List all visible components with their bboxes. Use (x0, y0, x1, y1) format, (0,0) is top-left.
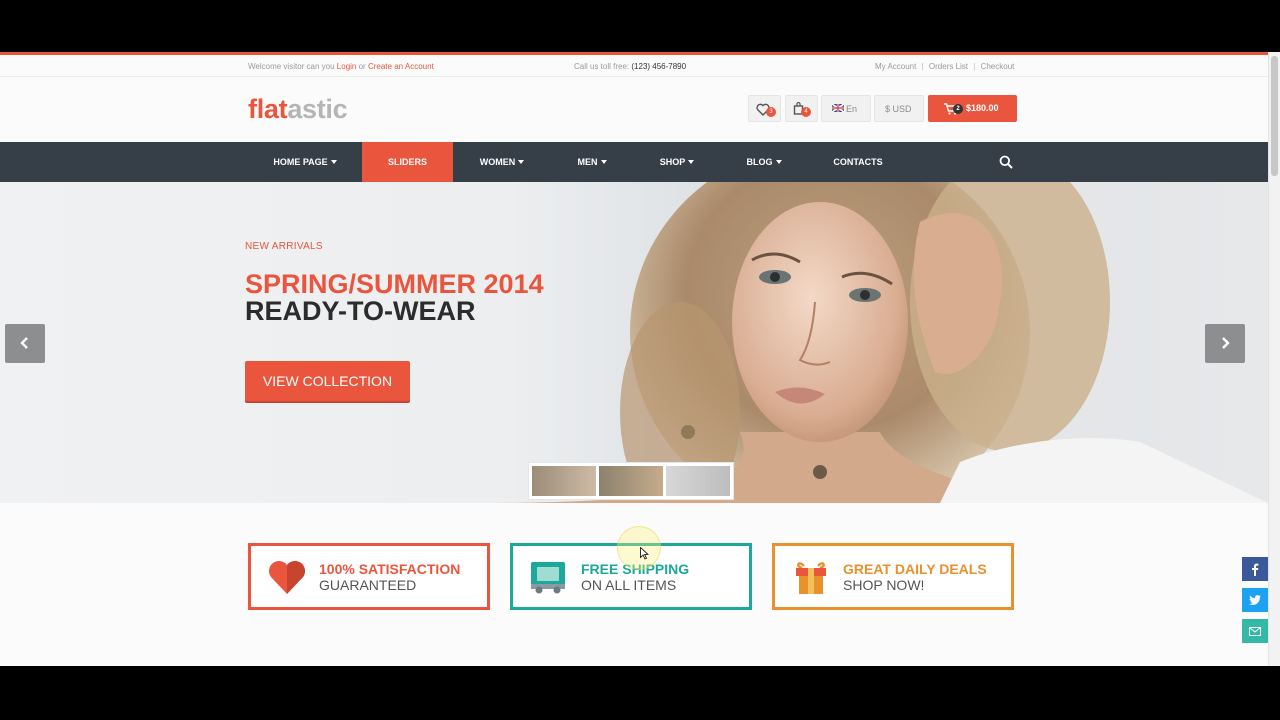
site-logo[interactable]: flatastic (248, 94, 348, 125)
nav-label: SLIDERS (387, 157, 427, 167)
truck-icon (531, 562, 565, 594)
hero-title-line-2: READY-TO-WEAR (245, 296, 476, 326)
call-info: Call us toll free: (123) 456-7890 (574, 62, 686, 71)
logo-part-2: astic (287, 94, 348, 124)
account-links: My Account | Orders List | Checkout (875, 62, 1014, 71)
nav-item-men[interactable]: MEN (568, 142, 616, 182)
checkout-link[interactable]: Checkout (981, 62, 1015, 71)
separator: | (973, 62, 976, 71)
call-label: Call us toll free: (574, 62, 630, 71)
nav-item-sliders[interactable]: SLIDERS (362, 142, 453, 182)
welcome-prefix: Welcome visitor can you (248, 62, 335, 71)
feature-satisfaction[interactable]: 100% SATISFACTION GUARANTEED (248, 543, 490, 610)
cart-total: $180.00 (966, 103, 999, 113)
feature-subtitle: GUARANTEED (319, 577, 417, 593)
slide-thumbnail[interactable] (532, 466, 596, 496)
feature-subtitle: SHOP NOW! (843, 577, 925, 593)
uk-flag-icon (832, 104, 844, 112)
language-label: En (846, 104, 858, 114)
hero-model-image (480, 182, 1268, 503)
wishlist-count: 3 (766, 107, 776, 117)
nav-item-shop[interactable]: SHOP (650, 142, 704, 182)
slider-prev-button[interactable] (5, 324, 45, 363)
main-nav: HOME PAGE SLIDERS WOMEN MEN SHOP BLOG CO… (0, 142, 1268, 182)
slider-thumbnails (528, 462, 734, 500)
page-scrollbar[interactable] (1268, 52, 1280, 666)
caret-down-icon (518, 160, 525, 164)
caret-down-icon (600, 160, 607, 164)
slide-thumbnail[interactable] (666, 466, 730, 496)
hero-eyebrow: NEW ARRIVALS (245, 241, 323, 252)
feature-subtitle: ON ALL ITEMS (581, 577, 677, 593)
nav-label: HOME PAGE (273, 157, 328, 167)
cart-button[interactable]: 2 $180.00 (928, 95, 1017, 122)
nav-item-home-page[interactable]: HOME PAGE (262, 142, 348, 182)
scrollbar-thumb[interactable] (1271, 56, 1278, 176)
create-account-link[interactable]: Create an Account (368, 62, 434, 71)
compare-button[interactable]: 4 (785, 95, 818, 122)
nav-label: MEN (577, 157, 598, 167)
hero-slider: NEW ARRIVALS SPRING/SUMMER 2014 READY-TO… (0, 182, 1268, 503)
gift-icon (796, 562, 826, 594)
caret-down-icon (330, 160, 337, 164)
phone-number: (123) 456-7890 (631, 62, 687, 71)
feature-title: GREAT DAILY DEALS (843, 561, 987, 577)
nav-label: SHOP (659, 157, 686, 167)
nav-label: WOMEN (479, 157, 516, 167)
twitter-share-button[interactable] (1242, 588, 1268, 612)
browser-viewport: Welcome visitor can you Login or Create … (0, 52, 1268, 666)
feature-daily-deals[interactable]: GREAT DAILY DEALS SHOP NOW! (772, 543, 1014, 610)
slide-thumbnail[interactable] (599, 466, 663, 496)
search-icon[interactable] (999, 155, 1013, 169)
view-collection-button[interactable]: VIEW COLLECTION (245, 361, 410, 401)
caret-down-icon (688, 160, 695, 164)
nav-label: BLOG (746, 157, 773, 167)
caret-down-icon (775, 160, 782, 164)
facebook-icon (1252, 563, 1259, 576)
currency-selector[interactable]: $ USD (874, 95, 924, 122)
feature-title: 100% SATISFACTION (319, 561, 461, 577)
chevron-left-icon (20, 337, 28, 349)
chevron-right-icon (1222, 337, 1230, 349)
nav-label: CONTACTS (833, 157, 883, 167)
orders-list-link[interactable]: Orders List (929, 62, 968, 71)
email-share-button[interactable] (1242, 619, 1268, 643)
currency-label: $ USD (885, 104, 912, 114)
login-link[interactable]: Login (337, 62, 357, 71)
slider-next-button[interactable] (1205, 324, 1245, 363)
facebook-share-button[interactable] (1242, 557, 1268, 581)
email-icon (1249, 627, 1261, 636)
mouse-cursor-icon (640, 547, 649, 560)
or-text: or (358, 62, 366, 71)
nav-item-women[interactable]: WOMEN (470, 142, 534, 182)
logo-part-1: flat (248, 94, 288, 124)
wishlist-button[interactable]: 3 (748, 95, 781, 122)
top-bar: Welcome visitor can you Login or Create … (0, 55, 1268, 77)
heart-icon (269, 561, 305, 594)
cursor-highlight (617, 526, 661, 570)
separator: | (921, 62, 924, 71)
compare-count: 4 (801, 107, 811, 117)
cart-count: 2 (953, 104, 963, 114)
nav-item-contacts[interactable]: CONTACTS (826, 142, 890, 182)
nav-item-blog[interactable]: BLOG (738, 142, 790, 182)
twitter-icon (1249, 595, 1261, 605)
welcome-text: Welcome visitor can you Login or Create … (248, 62, 434, 71)
my-account-link[interactable]: My Account (875, 62, 916, 71)
language-selector[interactable]: En (821, 95, 871, 122)
